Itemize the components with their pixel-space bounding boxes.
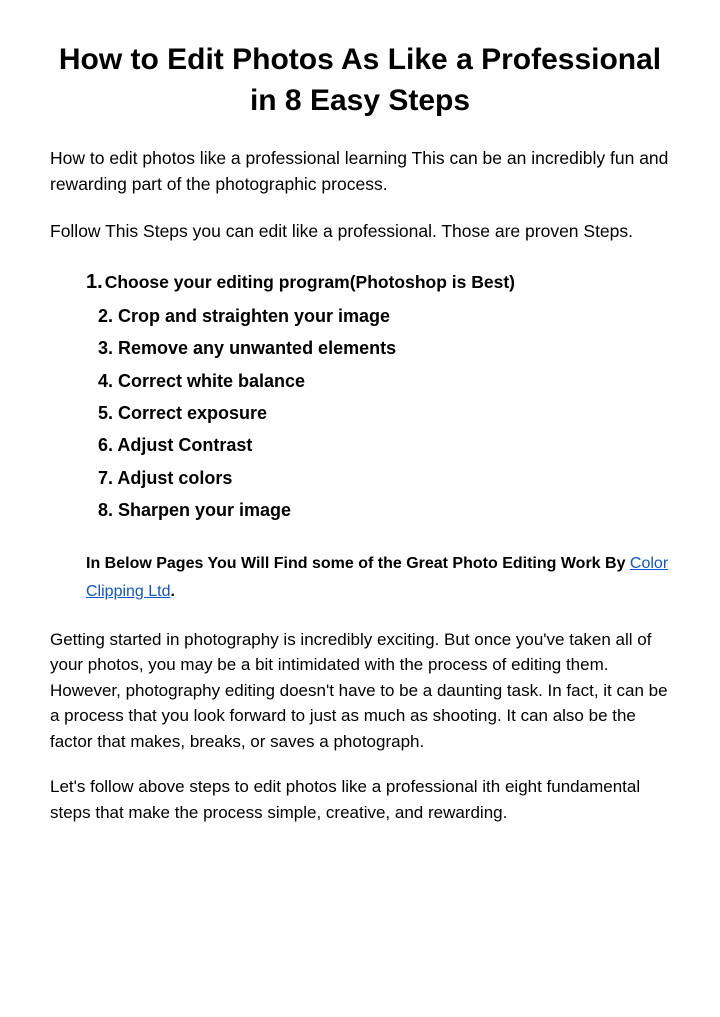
body-paragraph-2: Let's follow above steps to edit photos … xyxy=(50,774,670,825)
step-item-2: 2. Crop and straighten your image xyxy=(98,300,670,332)
step-item-7: 7. Adjust colors xyxy=(98,462,670,494)
step-text: Choose your editing program(Photoshop is… xyxy=(105,267,515,299)
step-item-1: 1. Choose your editing program(Photoshop… xyxy=(86,264,670,300)
page-title: How to Edit Photos As Like a Professiona… xyxy=(50,40,670,121)
step-item-6: 6. Adjust Contrast xyxy=(98,429,670,461)
step-item-4: 4. Correct white balance xyxy=(98,365,670,397)
step-item-3: 3. Remove any unwanted elements xyxy=(98,332,670,364)
intro-paragraph-1: How to edit photos like a professional l… xyxy=(50,145,670,198)
callout-paragraph: In Below Pages You Will Find some of the… xyxy=(86,550,670,604)
step-item-5: 5. Correct exposure xyxy=(98,397,670,429)
body-paragraph-1: Getting started in photography is incred… xyxy=(50,627,670,755)
callout-suffix: . xyxy=(171,583,175,600)
steps-list: 1. Choose your editing program(Photoshop… xyxy=(86,264,670,527)
callout-prefix: In Below Pages You Will Find some of the… xyxy=(86,555,630,572)
step-item-8: 8. Sharpen your image xyxy=(98,494,670,526)
step-number: 1. xyxy=(86,264,103,300)
intro-paragraph-2: Follow This Steps you can edit like a pr… xyxy=(50,218,670,244)
